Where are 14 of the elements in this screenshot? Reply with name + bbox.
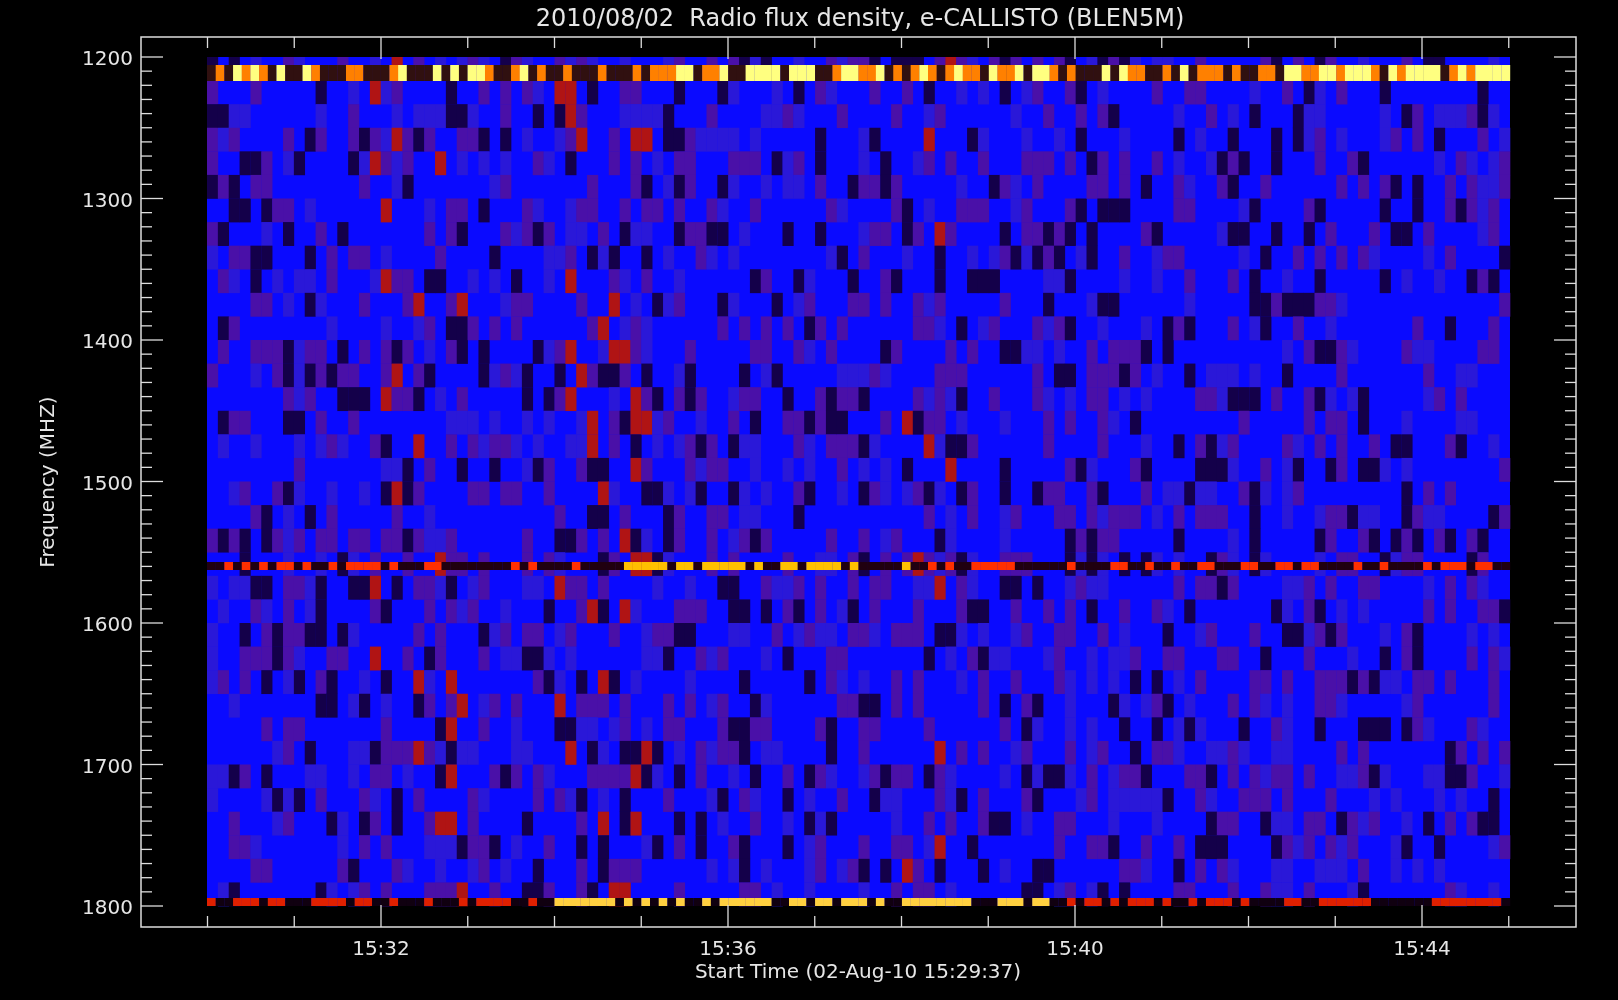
x-tick-label: 15:36 (699, 936, 757, 960)
y-tick-label: 1200 (82, 46, 133, 70)
y-tick-label: 1800 (82, 895, 133, 919)
chart-title: 2010/08/02 Radio flux density, e-CALLISTO (BLEN5M) (535, 4, 1185, 32)
y-tick-label: 1300 (82, 187, 133, 212)
y-tick-label: 1600 (82, 612, 133, 636)
x-tick-label: 15:44 (1393, 936, 1451, 960)
x-tick-label: 15:40 (1046, 936, 1104, 960)
y-tick-label: 1400 (82, 329, 133, 353)
y-tick-label: 1500 (82, 470, 133, 495)
y-axis-title: Frequency (MHZ) (35, 396, 59, 568)
x-tick-label: 15:32 (352, 936, 410, 960)
x-axis-title: Start Time (02-Aug-10 15:29:37) (694, 959, 1022, 983)
y-tick-label: 1700 (82, 753, 133, 778)
